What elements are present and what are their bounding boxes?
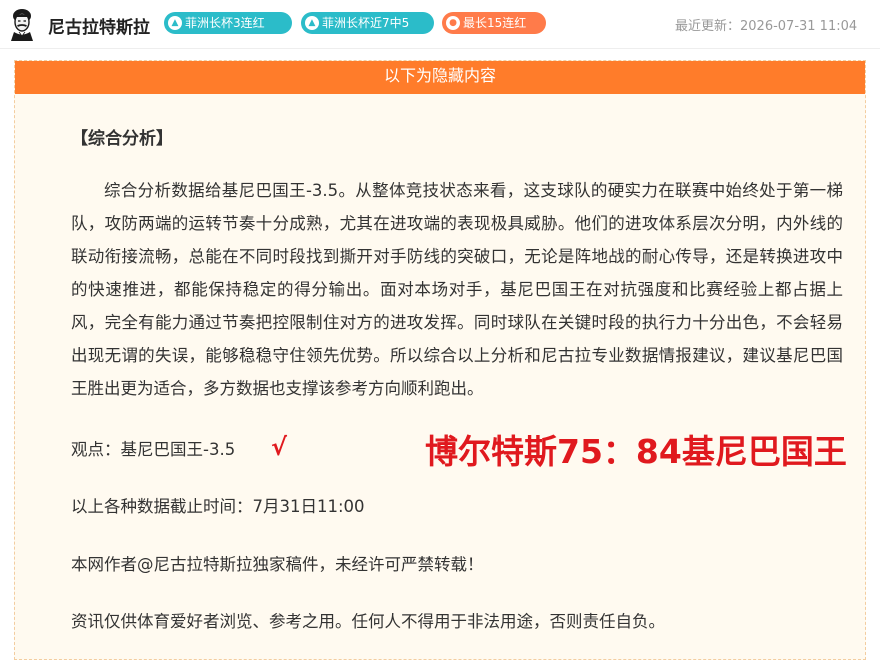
badge-label: 最长15连红	[463, 16, 527, 30]
badge-label: 菲洲长杯3连红	[185, 16, 265, 30]
check-mark-icon: √	[271, 433, 288, 461]
badge-recent: ▲ 菲洲长杯近7中5	[301, 12, 434, 34]
tesla-portrait-icon	[11, 9, 33, 41]
last-updated: 最近更新：2026-07-31 11:04	[675, 19, 858, 34]
disclaimer: 资讯仅供体育爱好者浏览、参考之用。任何人不得用于非法用途，否则责任自负。	[71, 612, 665, 631]
badge-streak: ▲ 菲洲长杯3连红	[164, 12, 292, 34]
analysis-paragraph: 综合分析数据给基尼巴国王-3.5。从整体竞技状态来看，这支球队的硬实力在联赛中始…	[71, 181, 843, 398]
author-name[interactable]: 尼古拉特斯拉	[48, 13, 150, 38]
match-result: 博尔特斯75：84基尼巴国王	[425, 432, 847, 471]
fire-icon: ●	[446, 16, 460, 30]
author-avatar[interactable]	[8, 7, 36, 41]
hidden-content-box: 以下为隐藏内容 【综合分析】 综合分析数据给基尼巴国王-3.5。从整体竞技状态来…	[14, 60, 866, 660]
header: 尼古拉特斯拉 ▲ 菲洲长杯3连红 ▲ 菲洲长杯近7中5 ● 最长15连红 最近更…	[0, 0, 880, 49]
up-arrow-icon: ▲	[305, 16, 319, 30]
up-arrow-icon: ▲	[168, 16, 182, 30]
badge-longest: ● 最长15连红	[442, 12, 546, 34]
data-cutoff-time: 以上各种数据截止时间：7月31日11:00	[71, 497, 365, 516]
section-title: 【综合分析】	[71, 129, 173, 149]
hidden-content-banner: 以下为隐藏内容	[15, 61, 865, 94]
copyright-notice: 本网作者@尼古拉特斯拉独家稿件，未经许可严禁转载！	[71, 555, 484, 574]
badge-label: 菲洲长杯近7中5	[322, 16, 410, 30]
